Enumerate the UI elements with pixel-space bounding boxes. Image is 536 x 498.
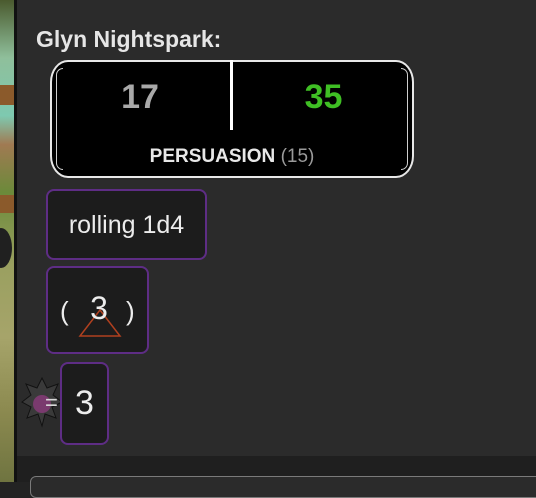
paren-open: ( <box>60 296 69 326</box>
roll-result-right[interactable]: 35 <box>233 78 414 117</box>
roll-command-text: rolling 1d4 <box>68 211 185 239</box>
roll-command-bubble: rolling 1d4 <box>46 189 207 260</box>
dice-result-bubble[interactable]: ( 3 ) <box>46 266 149 354</box>
paren-close: ) <box>126 296 135 326</box>
map-shadow-detail <box>0 228 12 268</box>
skill-label: PERSUASION (15) <box>50 146 414 168</box>
map-background-strip <box>0 0 14 482</box>
map-wood-detail <box>0 195 14 213</box>
speaker-name: Glyn Nightspark: <box>36 26 222 52</box>
chat-input-field[interactable] <box>30 476 536 498</box>
skill-check-card: 17 35 PERSUASION (15) <box>50 60 414 178</box>
roll-total-bubble[interactable]: 3 <box>60 362 109 445</box>
die-result: 3 <box>90 290 108 326</box>
equals-sign: = <box>45 390 58 415</box>
roll-total: 3 <box>75 384 94 422</box>
skill-name: PERSUASION <box>149 146 276 167</box>
roll-result-left[interactable]: 17 <box>50 78 230 117</box>
map-wood-detail <box>0 85 14 105</box>
skill-modifier: (15) <box>280 146 315 167</box>
